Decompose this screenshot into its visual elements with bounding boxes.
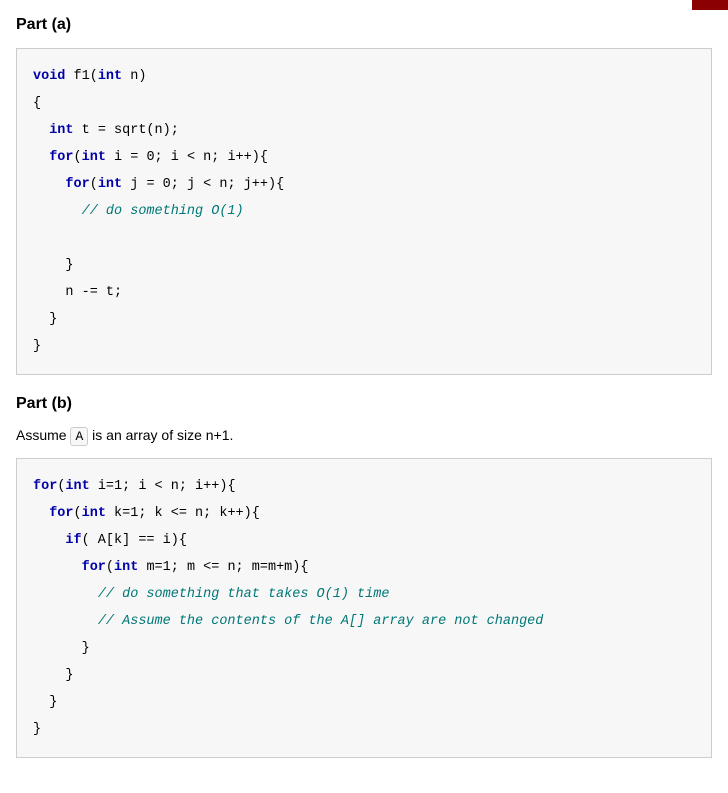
code-keyword: int (82, 506, 106, 521)
code-text: i = 0; i < n; i++){ (106, 150, 268, 165)
code-text: } (33, 312, 57, 327)
code-comment: // do something O(1) (82, 204, 244, 219)
code-text: ( A[k] == i){ (82, 533, 187, 548)
part-b-description: Assume A is an array of size n+1. (16, 427, 712, 444)
part-b-code-block: for(int i=1; i < n; i++){ for(int k=1; k… (16, 458, 712, 758)
code-text: } (33, 722, 41, 737)
code-text: ( (74, 150, 82, 165)
code-keyword: for (33, 479, 57, 494)
code-keyword: int (98, 177, 122, 192)
code-text (33, 204, 82, 219)
code-text: ( (74, 506, 82, 521)
code-text (33, 123, 49, 138)
code-text: i=1; i < n; i++){ (90, 479, 236, 494)
code-keyword: for (49, 150, 73, 165)
code-keyword: int (65, 479, 89, 494)
code-text: ( (106, 560, 114, 575)
code-keyword: for (82, 560, 106, 575)
code-keyword: int (114, 560, 138, 575)
part-b-heading: Part (b) (16, 395, 712, 413)
code-text: j = 0; j < n; j++){ (122, 177, 284, 192)
description-text: Assume (16, 427, 70, 443)
code-text: } (33, 668, 74, 683)
code-text: f1( (65, 69, 97, 84)
code-text: } (33, 258, 74, 273)
part-a-code-block: void f1(int n) { int t = sqrt(n); for(in… (16, 48, 712, 375)
code-keyword: int (98, 69, 122, 84)
code-text: n -= t; (33, 285, 122, 300)
code-text: k=1; k <= n; k++){ (106, 506, 260, 521)
code-text (33, 587, 98, 602)
code-keyword: for (65, 177, 89, 192)
code-text: n) (122, 69, 146, 84)
inline-code: A (70, 427, 88, 446)
description-text: is an array of size n+1. (88, 427, 233, 443)
code-text: t = sqrt(n); (74, 123, 179, 138)
code-text (33, 177, 65, 192)
code-text: } (33, 641, 90, 656)
code-text (33, 533, 65, 548)
code-text (33, 560, 82, 575)
code-comment: // Assume the contents of the A[] array … (98, 614, 544, 629)
code-keyword: for (49, 506, 73, 521)
code-text (33, 506, 49, 521)
code-keyword: void (33, 69, 65, 84)
code-keyword: int (82, 150, 106, 165)
code-text (33, 150, 49, 165)
code-text: } (33, 695, 57, 710)
code-comment: // do something that takes O(1) time (98, 587, 390, 602)
code-text (33, 614, 98, 629)
code-text: { (33, 96, 41, 111)
code-text: ( (90, 177, 98, 192)
accent-bar (692, 0, 728, 10)
code-keyword: if (65, 533, 81, 548)
part-a-heading: Part (a) (16, 16, 712, 34)
code-text: } (33, 339, 41, 354)
code-text: m=1; m <= n; m=m+m){ (138, 560, 308, 575)
code-keyword: int (49, 123, 73, 138)
